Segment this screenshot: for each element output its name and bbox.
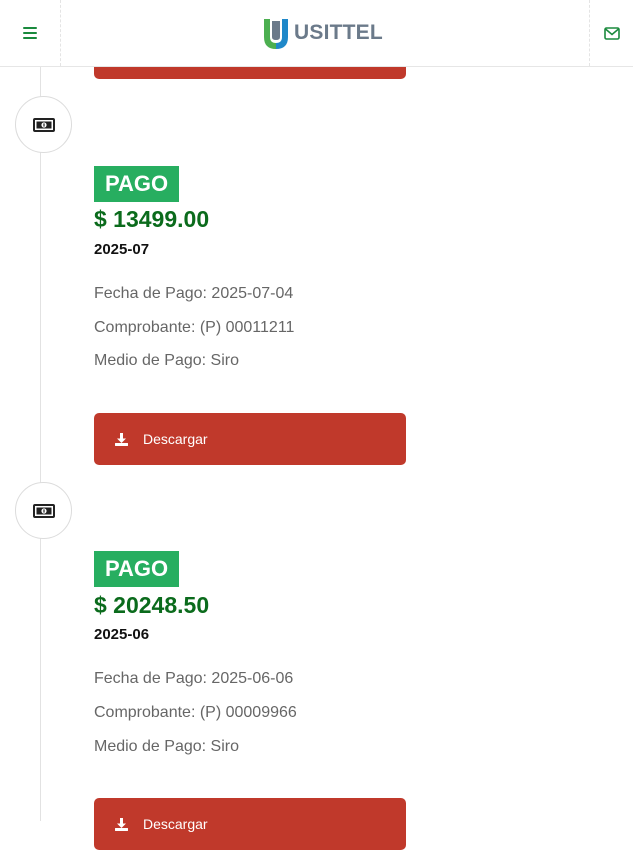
usittel-logo-mark: [264, 19, 288, 49]
payment-amount: $ 13499.00: [94, 206, 210, 232]
money-bill-icon: [32, 503, 55, 518]
payment-period: 2025-07: [94, 241, 150, 258]
payment-receipt: Comprobante: (P) 00011211: [94, 319, 295, 336]
money-bill-icon: [32, 117, 55, 132]
bars-icon: [23, 27, 37, 39]
timeline-marker: [15, 482, 72, 539]
download-button[interactable]: Descargar: [94, 413, 406, 465]
payment-date: Fecha de Pago: 2025-07-04: [94, 285, 294, 302]
logo-text: USITTEL: [294, 21, 383, 44]
payment-type-badge: PAGO: [94, 551, 180, 587]
download-button-label: Descargar: [143, 431, 208, 447]
payment-date: Fecha de Pago: 2025-06-06: [94, 670, 294, 687]
payment-amount: $ 20248.50: [94, 592, 210, 618]
envelope-icon: [603, 26, 620, 40]
usittel-logo[interactable]: USITTEL: [262, 16, 383, 50]
menu-button[interactable]: [0, 0, 61, 66]
payment-method: Medio de Pago: Siro: [94, 352, 239, 369]
timeline-line: [40, 67, 41, 821]
download-icon: [114, 817, 129, 832]
download-button[interactable]: Descargar: [94, 798, 406, 850]
payment-method: Medio de Pago: Siro: [94, 738, 239, 755]
payment-receipt: Comprobante: (P) 00009966: [94, 704, 297, 721]
download-button-label: Descargar: [143, 816, 208, 832]
mail-button[interactable]: [589, 0, 633, 66]
payment-period: 2025-06: [94, 626, 150, 643]
timeline-marker: [15, 96, 72, 153]
payment-type-badge: PAGO: [94, 166, 180, 202]
download-icon: [114, 432, 129, 447]
app-header: USITTEL: [0, 0, 633, 67]
